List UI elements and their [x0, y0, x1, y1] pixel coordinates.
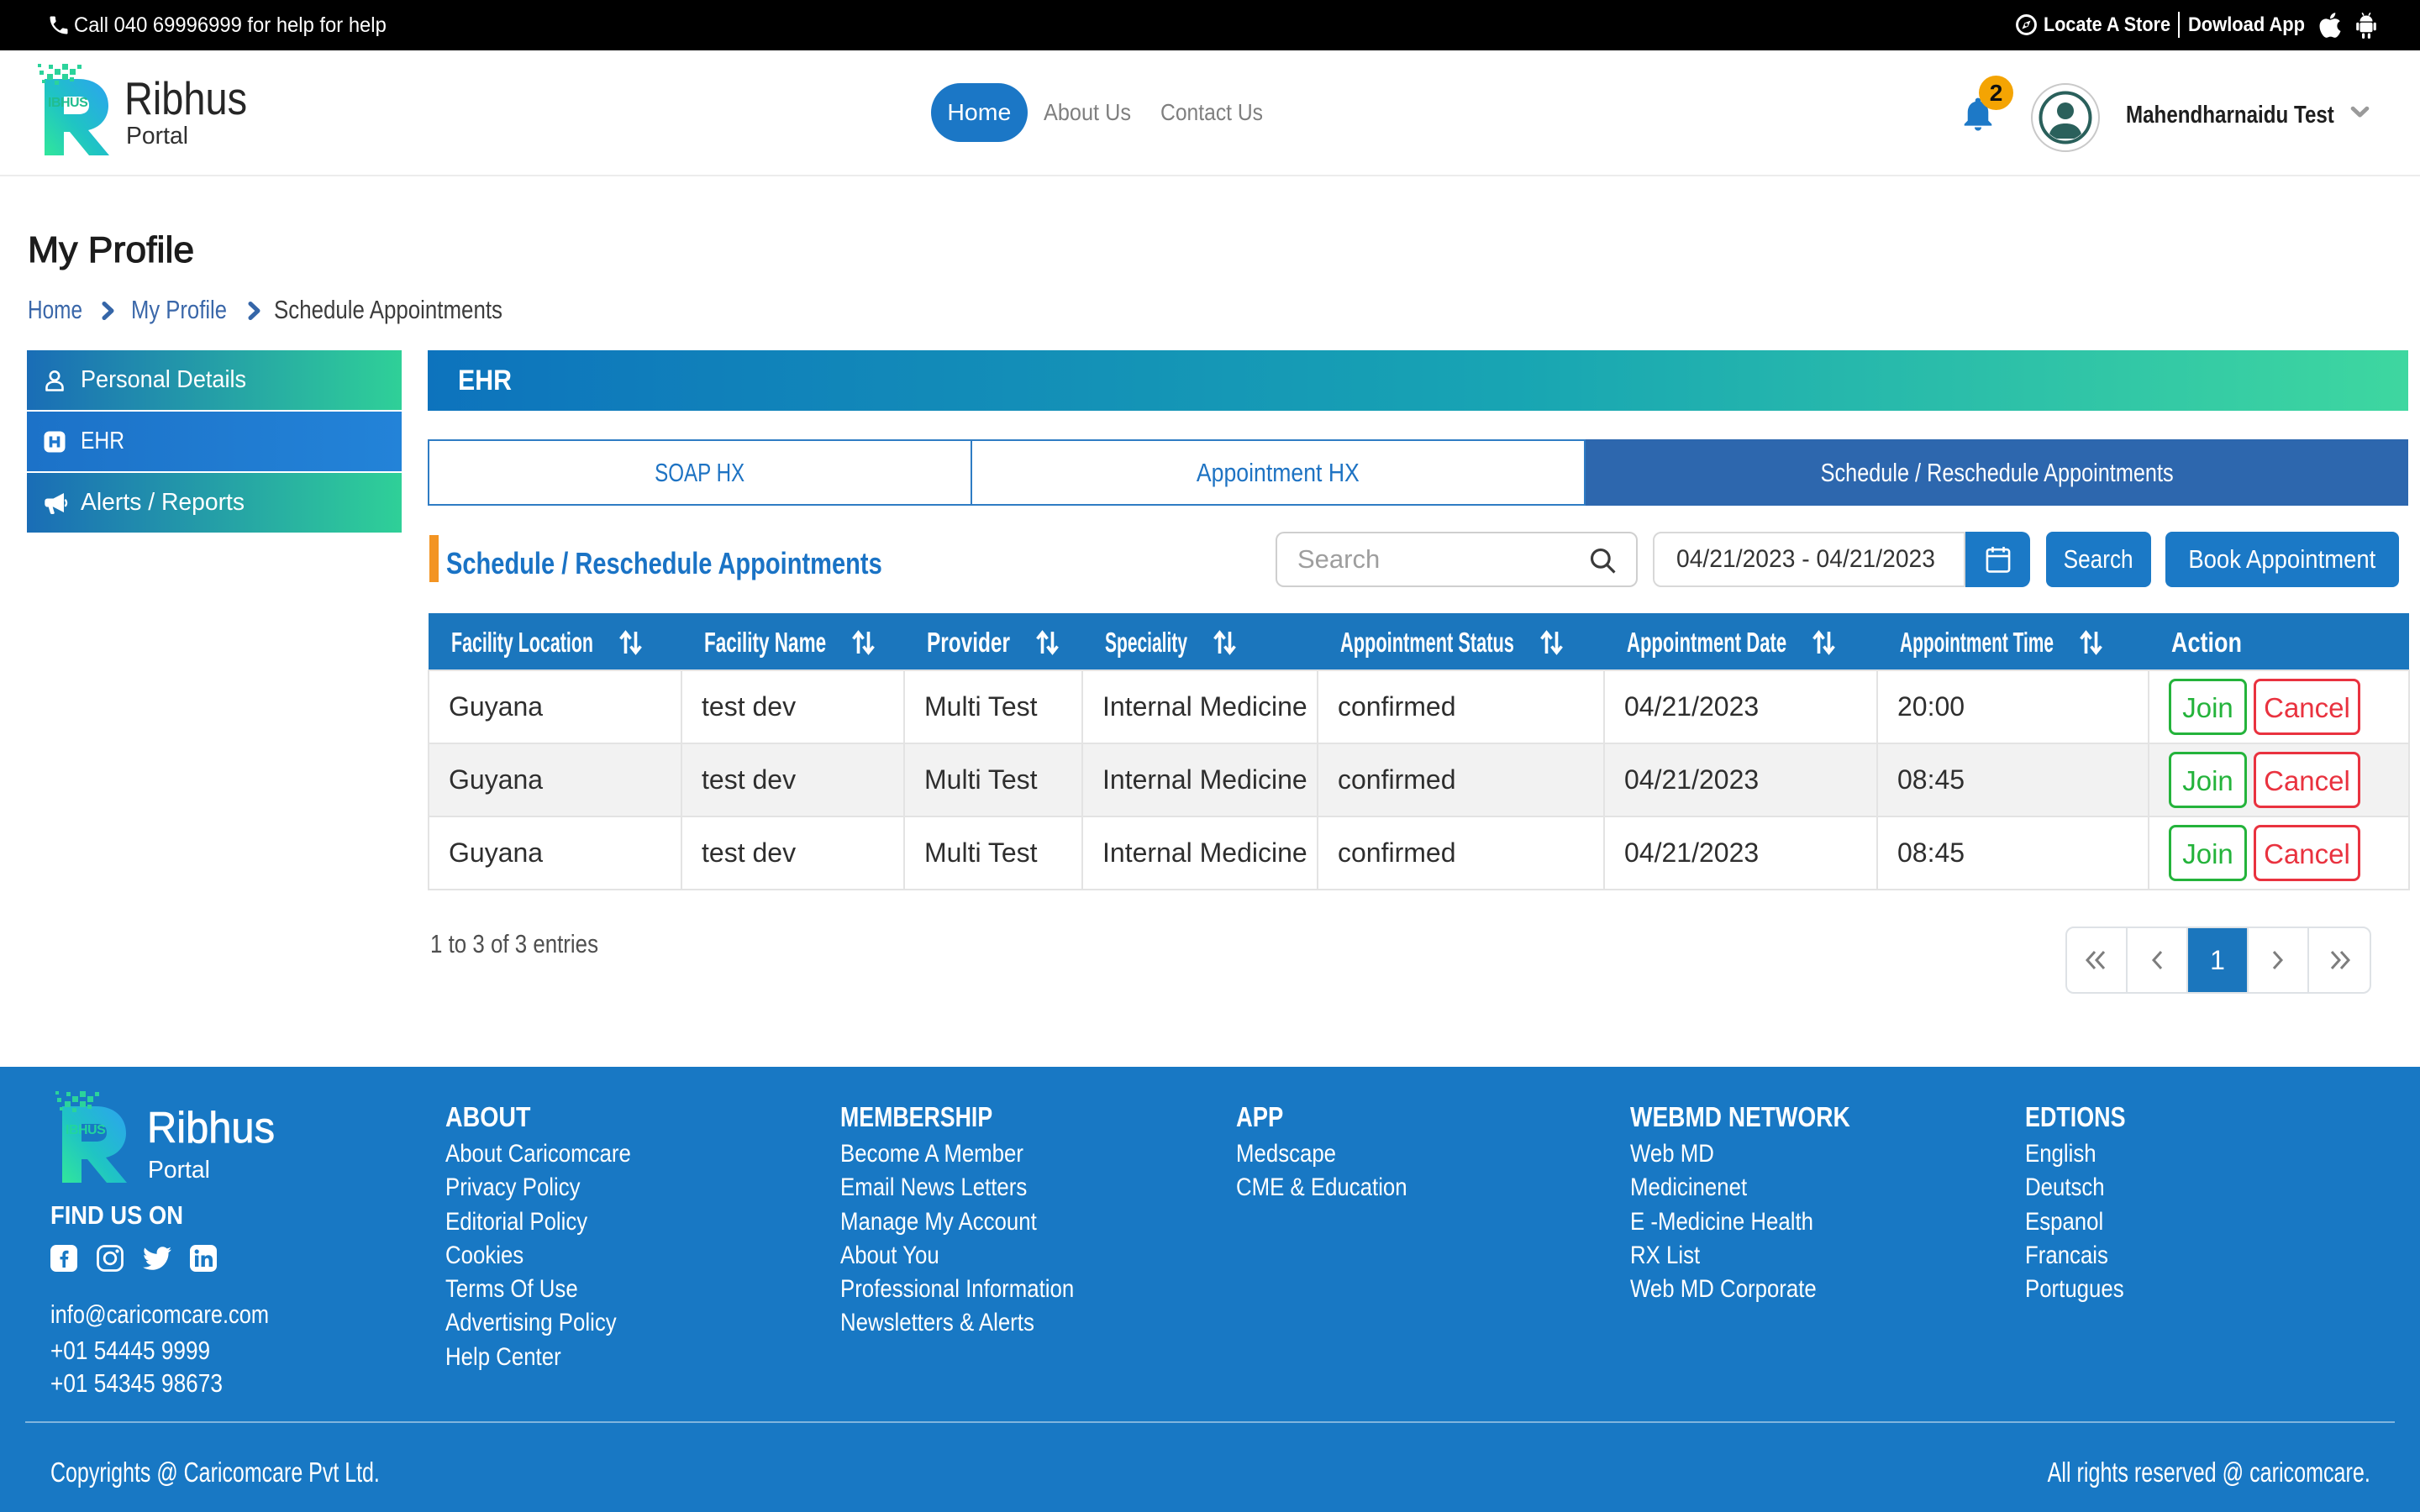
svg-text:IBHUS: IBHUS [66, 1123, 106, 1137]
svg-text:IBHUS: IBHUS [48, 96, 88, 110]
